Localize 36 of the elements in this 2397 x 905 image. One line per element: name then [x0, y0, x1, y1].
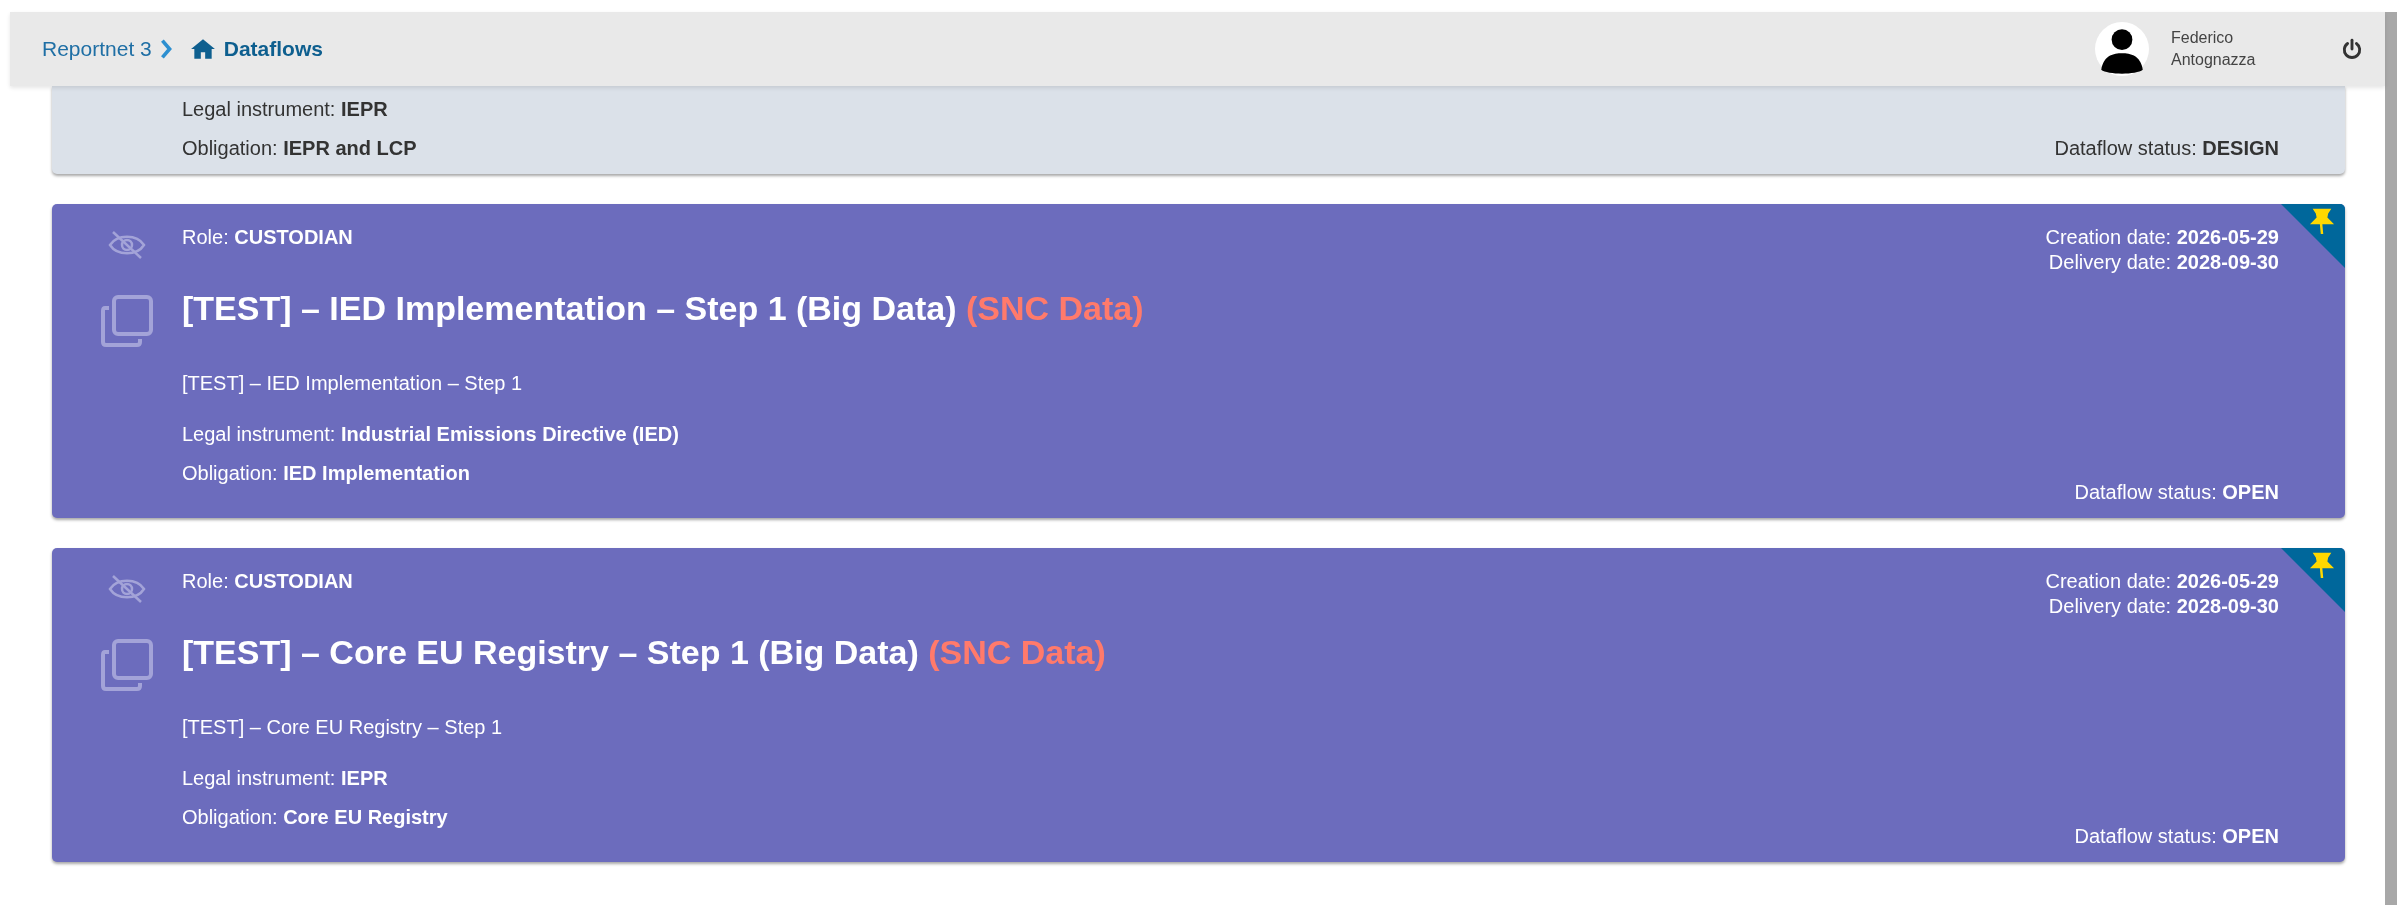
chevron-right-icon	[159, 39, 172, 59]
legal-instrument-text: Legal instrument: Industrial Emissions Directive (IED)	[182, 423, 680, 446]
delivery-date-text: Delivery date: 2028-09-30	[2047, 595, 2279, 618]
home-icon	[189, 38, 216, 60]
breadcrumb-current[interactable]: Dataflows	[223, 37, 323, 61]
dataflow-card[interactable]	[52, 204, 2345, 518]
eye-slash-icon[interactable]	[107, 574, 147, 604]
dataflow-status-text: Dataflow status: OPEN	[2074, 825, 2279, 848]
obligation-text: Obligation: IED Implementation	[182, 462, 471, 485]
eye-slash-icon[interactable]	[107, 230, 147, 260]
dataflow-card[interactable]	[52, 548, 2345, 862]
power-icon[interactable]	[2341, 38, 2363, 60]
copy-icon[interactable]	[100, 294, 154, 348]
creation-date-text: Creation date: 2026-05-29	[2045, 570, 2279, 593]
pin-icon[interactable]	[2281, 204, 2345, 268]
dataflow-card[interactable]: Legal instrument: IEPR Obligation: IEPR and LCP Dataflow status: DESIGN	[52, 86, 2345, 174]
dataflow-title[interactable]: [TEST] – Core EU Registry – Step 1 (Big Data) (SNC Data)	[182, 633, 2046, 672]
delivery-date-text: Delivery date: 2028-09-30	[2047, 251, 2279, 274]
role-text: Role: CUSTODIAN	[182, 226, 354, 249]
pin-icon[interactable]	[2281, 548, 2345, 612]
dataflow-description: [TEST] – IED Implementation – Step 1	[182, 372, 524, 395]
obligation-text: Obligation: Core EU Registry	[182, 806, 449, 829]
dataflow-status-text: Dataflow status: DESIGN	[2054, 137, 2279, 160]
avatar-silhouette-icon[interactable]	[2095, 22, 2149, 76]
dataflow-title[interactable]: [TEST] – IED Implementation – Step 1 (Big Data) (SNC Data)	[182, 289, 2046, 328]
copy-icon[interactable]	[100, 638, 154, 692]
creation-date-text: Creation date: 2026-05-29	[2045, 226, 2279, 249]
role-text: Role: CUSTODIAN	[182, 570, 354, 593]
legal-instrument-text: Legal instrument: IEPR	[182, 767, 389, 790]
scrollbar[interactable]	[2385, 12, 2397, 905]
dataflow-description: [TEST] – Core EU Registry – Step 1	[182, 716, 504, 739]
legal-instrument-text: Legal instrument: IEPR	[182, 98, 389, 121]
obligation-text: Obligation: IEPR and LCP	[182, 137, 418, 160]
breadcrumb-link[interactable]: Reportnet 3	[42, 37, 152, 61]
dataflow-status-text: Dataflow status: OPEN	[2074, 481, 2279, 504]
user-name: Federico Antognazza	[2171, 28, 2257, 70]
